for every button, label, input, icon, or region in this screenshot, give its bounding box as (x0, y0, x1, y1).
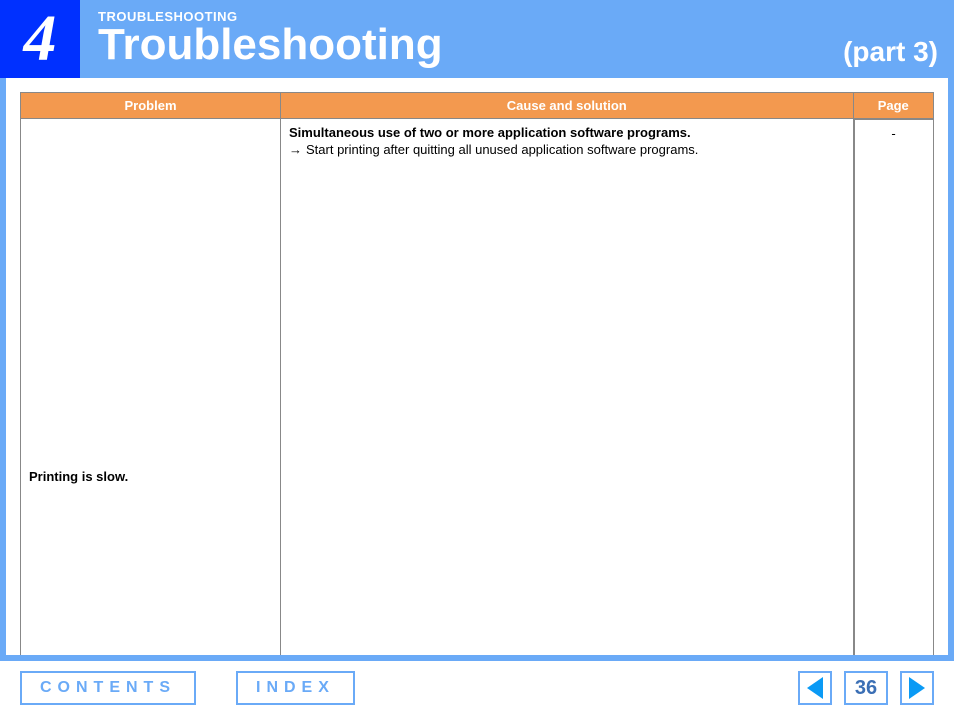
page-number: 36 (844, 671, 888, 705)
page-ref-cell: - (854, 119, 934, 655)
solution-line: →Start printing after quitting all unuse… (289, 142, 845, 157)
page-header: 4 TROUBLESHOOTING Troubleshooting (part … (0, 0, 954, 78)
prev-page-button[interactable] (798, 671, 832, 705)
triangle-right-icon (909, 677, 925, 699)
cause-text: Simultaneous use of two or more applicat… (289, 125, 845, 140)
col-problem: Problem (21, 93, 281, 119)
arrow-icon: → (289, 142, 306, 157)
header-titles: TROUBLESHOOTING Troubleshooting (80, 0, 843, 78)
col-cause: Cause and solution (281, 93, 854, 119)
solution-text: Start printing after quitting all unused… (306, 142, 845, 157)
cause-solution-cell: Simultaneous use of two or more applicat… (281, 119, 854, 656)
contents-button[interactable]: CONTENTS (20, 671, 196, 705)
problem-cell: Printing is slow. (21, 119, 281, 656)
triangle-left-icon (807, 677, 823, 699)
page-nav: 36 (798, 671, 934, 705)
table-row: Printing is slow. Simultaneous use of two… (21, 119, 934, 656)
index-button[interactable]: INDEX (236, 671, 355, 705)
page-title: Troubleshooting (98, 20, 843, 70)
content-area: Problem Cause and solution Page Printing… (0, 78, 954, 655)
chapter-number: 4 (0, 0, 80, 78)
col-page: Page (853, 93, 934, 119)
next-page-button[interactable] (900, 671, 934, 705)
troubleshooting-table: Problem Cause and solution Page Printing… (20, 92, 934, 655)
manual-page: 4 TROUBLESHOOTING Troubleshooting (part … (0, 0, 954, 715)
part-label: (part 3) (843, 0, 954, 78)
page-footer: CONTENTS INDEX 36 (0, 655, 954, 715)
